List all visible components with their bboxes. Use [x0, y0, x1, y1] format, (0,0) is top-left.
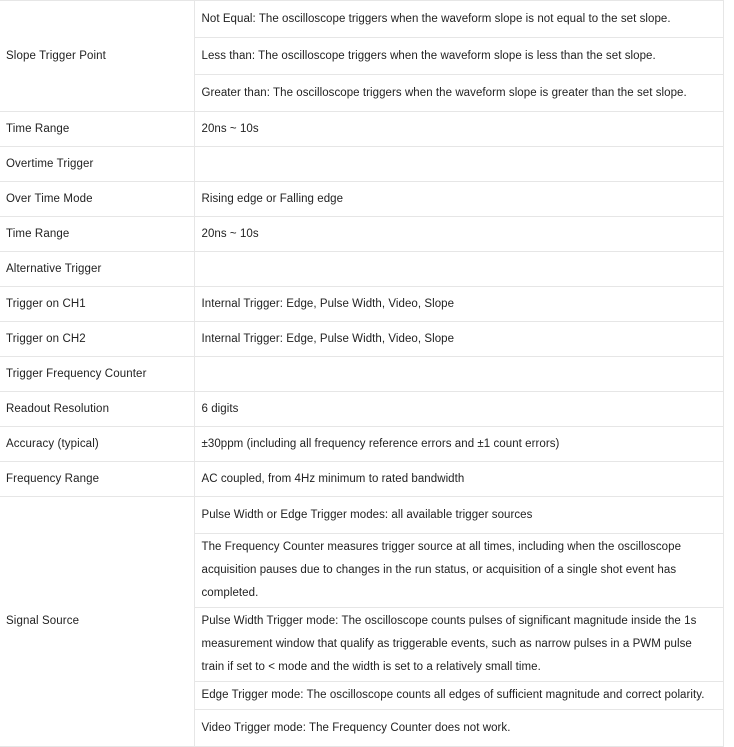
table-row: Alternative Trigger — [0, 251, 724, 287]
row-value-text: The Frequency Counter measures trigger s… — [201, 541, 682, 599]
row-value-cell: Video Trigger mode: The Frequency Counte… — [194, 709, 724, 747]
row-label-trigger-on-ch2: Trigger on CH2 — [0, 321, 195, 357]
row-label-text: Trigger Frequency Counter — [6, 367, 147, 380]
table-row: Readout Resolution 6 digits — [0, 391, 724, 427]
table-row: Time Range 20ns ~ 10s — [0, 111, 724, 147]
table-row: Time Range 20ns ~ 10s — [0, 216, 724, 252]
row-value-text: Edge Trigger mode: The oscilloscope coun… — [201, 689, 705, 701]
table-row: Trigger on CH2 Internal Trigger: Edge, P… — [0, 321, 724, 357]
row-value-cell: Internal Trigger: Edge, Pulse Width, Vid… — [194, 286, 724, 322]
row-value-cell: AC coupled, from 4Hz minimum to rated ba… — [194, 461, 724, 497]
row-value-text: 20ns ~ 10s — [201, 227, 259, 240]
row-value-cell: 20ns ~ 10s — [194, 111, 724, 147]
row-value-text: Internal Trigger: Edge, Pulse Width, Vid… — [201, 332, 455, 345]
row-label-readout-resolution: Readout Resolution — [0, 391, 195, 427]
row-label-text: Trigger on CH1 — [6, 297, 86, 310]
row-label-text: Over Time Mode — [6, 192, 93, 205]
row-value-text: Internal Trigger: Edge, Pulse Width, Vid… — [201, 297, 455, 310]
row-value-text: 6 digits — [201, 402, 239, 415]
row-label-text: Frequency Range — [6, 472, 100, 485]
specifications-table-body: Slope Trigger Point Not Equal: The oscil… — [0, 0, 724, 747]
row-value-cell: Edge Trigger mode: The oscilloscope coun… — [194, 681, 724, 710]
row-value-cell: Not Equal: The oscilloscope triggers whe… — [194, 0, 724, 38]
row-label-slope-trigger-point: Slope Trigger Point — [0, 0, 195, 112]
row-value-text: ±30ppm (including all frequency referenc… — [201, 437, 560, 450]
row-value-text: AC coupled, from 4Hz minimum to rated ba… — [201, 472, 465, 485]
row-value-text: Not Equal: The oscilloscope triggers whe… — [201, 12, 671, 25]
table-row: Frequency Range AC coupled, from 4Hz min… — [0, 461, 724, 497]
row-label-trigger-frequency-counter: Trigger Frequency Counter — [0, 356, 195, 392]
row-value-cell: Pulse Width Trigger mode: The oscillosco… — [194, 607, 724, 682]
row-value-cell: Rising edge or Falling edge — [194, 181, 724, 217]
row-label-accuracy-typical: Accuracy (typical) — [0, 426, 195, 462]
row-value-cell: Less than: The oscilloscope triggers whe… — [194, 37, 724, 75]
row-label-frequency-range: Frequency Range — [0, 461, 195, 497]
row-value-text: Greater than: The oscilloscope triggers … — [201, 86, 687, 99]
row-value-cell: 20ns ~ 10s — [194, 216, 724, 252]
row-label-alternative-trigger: Alternative Trigger — [0, 251, 195, 287]
row-label-signal-source: Signal Source — [0, 496, 195, 747]
row-value-text: 20ns ~ 10s — [201, 122, 259, 135]
row-label-time-range: Time Range — [0, 111, 195, 147]
row-label-text: Time Range — [6, 227, 70, 240]
table-row: Slope Trigger Point Not Equal: The oscil… — [0, 0, 724, 112]
row-label-over-time-mode: Over Time Mode — [0, 181, 195, 217]
table-row: Trigger Frequency Counter — [0, 356, 724, 392]
row-label-text: Trigger on CH2 — [6, 332, 86, 345]
row-label-time-range-2: Time Range — [0, 216, 195, 252]
row-value-text: Pulse Width Trigger mode: The oscillosco… — [201, 615, 697, 673]
row-label-text: Time Range — [6, 122, 70, 135]
row-value-cell: The Frequency Counter measures trigger s… — [194, 533, 724, 608]
table-row: Over Time Mode Rising edge or Falling ed… — [0, 181, 724, 217]
row-value-text: Less than: The oscilloscope triggers whe… — [201, 49, 656, 62]
row-label-overtime-trigger: Overtime Trigger — [0, 146, 195, 182]
row-value-cell: Pulse Width or Edge Trigger modes: all a… — [194, 496, 724, 534]
table-row: Overtime Trigger — [0, 146, 724, 182]
row-value-cell — [194, 146, 724, 182]
row-value-text: Video Trigger mode: The Frequency Counte… — [201, 721, 511, 734]
row-label-text: Signal Source — [6, 615, 80, 628]
table-row: Accuracy (typical) ±30ppm (including all… — [0, 426, 724, 462]
row-value-cell: 6 digits — [194, 391, 724, 427]
row-label-text: Alternative Trigger — [6, 262, 102, 275]
row-value-text: Pulse Width or Edge Trigger modes: all a… — [201, 508, 533, 521]
row-value-cell: ±30ppm (including all frequency referenc… — [194, 426, 724, 462]
row-value-cell: Internal Trigger: Edge, Pulse Width, Vid… — [194, 321, 724, 357]
specifications-table: Slope Trigger Point Not Equal: The oscil… — [0, 0, 724, 747]
table-row: Signal Source Pulse Width or Edge Trigge… — [0, 496, 724, 747]
row-label-text: Slope Trigger Point — [6, 49, 106, 62]
row-label-text: Overtime Trigger — [6, 157, 94, 170]
row-label-trigger-on-ch1: Trigger on CH1 — [0, 286, 195, 322]
table-row: Trigger on CH1 Internal Trigger: Edge, P… — [0, 286, 724, 322]
row-value-cell — [194, 251, 724, 287]
row-label-text: Readout Resolution — [6, 402, 110, 415]
row-label-text: Accuracy (typical) — [6, 437, 99, 450]
row-value-text: Rising edge or Falling edge — [201, 192, 344, 205]
row-value-cell — [194, 356, 724, 392]
row-value-cell: Greater than: The oscilloscope triggers … — [194, 74, 724, 112]
